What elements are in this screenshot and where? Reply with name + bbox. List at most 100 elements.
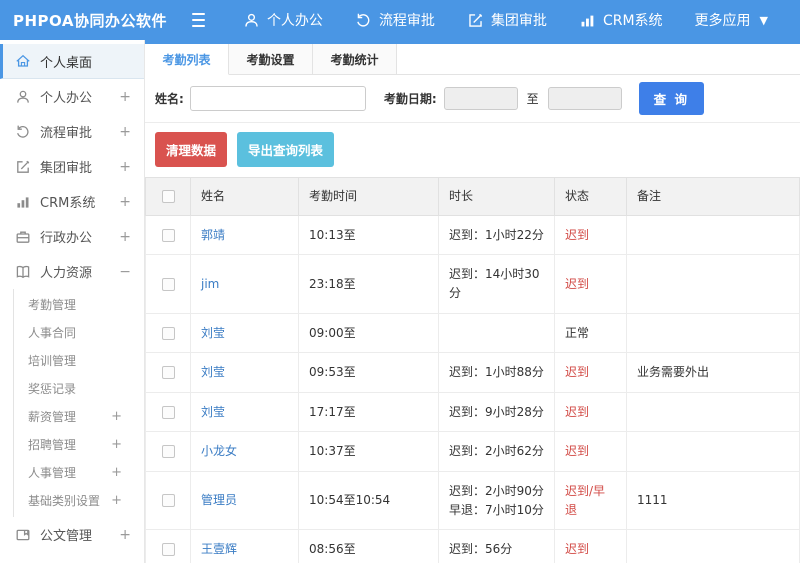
doc-icon — [15, 527, 31, 543]
expand-toggle-icon[interactable]: + — [119, 89, 131, 105]
chart-icon — [15, 194, 31, 210]
row-checkbox[interactable] — [161, 445, 175, 459]
top-bar: PHPOA协同办公软件 个人办公 流程审批 集团审批 CRM系统 更多应用 ▼ — [0, 0, 800, 40]
sidebar-subitem[interactable]: 人事合同 — [14, 318, 144, 346]
status-cell: 迟到 — [554, 254, 627, 314]
expand-toggle-icon[interactable]: + — [119, 229, 131, 245]
sidebar-subitem[interactable]: 奖惩记录 — [14, 374, 144, 402]
attendance-time-cell: 10:13至 — [298, 214, 439, 256]
row-checkbox[interactable] — [161, 405, 175, 419]
main-content: 考勤列表 考勤设置 考勤统计 姓名: 考勤日期: 至 查 询 清理数据 导出查询… — [145, 40, 800, 563]
sidebar-item[interactable]: 集团审批 + — [0, 149, 144, 184]
duration-cell: 迟到：14小时30分 — [438, 254, 555, 314]
filter-bar: 姓名: 考勤日期: 至 查 询 — [145, 75, 800, 123]
sidebar-item[interactable]: 用车管理 + — [0, 552, 144, 563]
duration-cell: 迟到：56分 — [438, 529, 555, 563]
export-list-button[interactable]: 导出查询列表 — [237, 132, 335, 167]
name-filter-input[interactable] — [189, 86, 366, 111]
sidebar-item[interactable]: 公文管理 + — [0, 517, 144, 552]
column-header: 考勤时间 — [298, 177, 439, 216]
chart-icon — [579, 12, 596, 29]
sidebar-subitem[interactable]: 人事管理 + — [14, 458, 144, 486]
topnav-item[interactable]: CRM系统 — [579, 10, 663, 30]
expand-toggle-icon[interactable]: + — [111, 409, 122, 424]
app-logo: PHPOA协同办公软件 — [13, 11, 167, 30]
table-body: 郭靖 10:13至 迟到：1小时22分 迟到 jim 23:18至 迟到：14小… — [145, 214, 800, 563]
employee-name-link[interactable]: 郭靖 — [201, 228, 225, 242]
sidebar-item[interactable]: 个人办公 + — [0, 79, 144, 114]
row-checkbox[interactable] — [161, 277, 175, 291]
employee-name-link[interactable]: 刘莹 — [201, 405, 225, 419]
tab[interactable]: 考勤统计 — [313, 44, 397, 74]
row-checkbox[interactable] — [161, 326, 175, 340]
sidebar-subitem[interactable]: 招聘管理 + — [14, 430, 144, 458]
sidebar-subitem[interactable]: 薪资管理 + — [14, 402, 144, 430]
tab[interactable]: 考勤设置 — [229, 44, 313, 74]
search-button[interactable]: 查 询 — [638, 82, 704, 115]
select-all-checkbox[interactable] — [161, 190, 175, 203]
note-cell — [626, 529, 800, 563]
row-checkbox-cell — [145, 391, 191, 433]
expand-toggle-icon[interactable]: + — [111, 437, 122, 452]
sidebar-item[interactable]: 人力资源 − — [0, 254, 144, 289]
briefcase-icon — [15, 229, 31, 245]
date-to-input[interactable] — [547, 87, 622, 110]
clean-data-button[interactable]: 清理数据 — [155, 132, 228, 167]
status-cell: 迟到/早退 — [554, 470, 627, 531]
attendance-time-cell: 17:17至 — [298, 391, 439, 433]
table-row: 郭靖 10:13至 迟到：1小时22分 迟到 — [145, 214, 800, 256]
status-cell: 迟到 — [554, 431, 627, 472]
sidebar-subitem[interactable]: 考勤管理 — [14, 290, 144, 318]
sidebar-item[interactable]: CRM系统 + — [0, 184, 144, 219]
home-icon — [15, 53, 31, 69]
tab[interactable]: 考勤列表 — [145, 44, 229, 75]
row-checkbox-cell — [145, 352, 191, 393]
status-cell: 迟到 — [554, 352, 627, 393]
hamburger-menu-icon[interactable] — [192, 9, 205, 31]
row-checkbox[interactable] — [161, 543, 175, 557]
duration-cell — [438, 312, 555, 354]
employee-name-link[interactable]: 王壹辉 — [201, 542, 237, 556]
date-filter-label: 考勤日期: — [383, 92, 437, 106]
status-cell: 迟到 — [554, 214, 627, 256]
duration-cell: 迟到：2小时90分 早退：7小时10分 — [438, 470, 555, 531]
expand-toggle-icon[interactable]: + — [119, 194, 131, 210]
employee-name-link[interactable]: 刘莹 — [201, 326, 225, 340]
attendance-time-cell: 08:56至 — [298, 529, 439, 563]
row-checkbox-cell — [145, 254, 191, 314]
duration-cell: 迟到：1小时88分 — [438, 352, 555, 393]
row-checkbox-cell — [145, 470, 191, 531]
table-row: 刘莹 09:00至 正常 — [145, 312, 800, 354]
table-header-row: 姓名 考勤时间 时长 状态 备注 — [145, 177, 800, 216]
row-checkbox-cell — [145, 431, 191, 472]
expand-toggle-icon[interactable]: + — [119, 159, 131, 175]
row-checkbox[interactable] — [161, 494, 175, 508]
select-all-cell — [145, 177, 191, 216]
date-from-input[interactable] — [443, 87, 518, 110]
employee-name-link[interactable]: jim — [201, 277, 219, 291]
topnav-item[interactable]: 流程审批 — [355, 10, 435, 30]
topnav-item[interactable]: 个人办公 — [243, 10, 323, 30]
sidebar-subitem[interactable]: 培训管理 — [14, 346, 144, 374]
sidebar-item[interactable]: 行政办公 + — [0, 219, 144, 254]
duration-cell: 迟到：1小时22分 — [438, 214, 555, 256]
topnav-item[interactable]: 集团审批 — [467, 10, 547, 30]
employee-name-link[interactable]: 小龙女 — [201, 444, 237, 458]
expand-toggle-icon[interactable]: + — [111, 465, 122, 480]
sidebar-item[interactable]: 流程审批 + — [0, 114, 144, 149]
employee-name-link[interactable]: 刘莹 — [201, 365, 225, 379]
employee-name-link[interactable]: 管理员 — [201, 493, 237, 507]
expand-toggle-icon[interactable]: + — [119, 527, 131, 543]
table-row: 小龙女 10:37至 迟到：2小时62分 迟到 — [145, 431, 800, 472]
topnav-item[interactable]: 更多应用 ▼ — [695, 10, 768, 30]
status-cell: 迟到 — [554, 529, 627, 563]
sidebar-item[interactable]: 个人桌面 — [0, 44, 144, 79]
chevron-down-icon: ▼ — [759, 13, 768, 27]
sidebar-subitem[interactable]: 基础类别设置 + — [14, 486, 144, 514]
expand-toggle-icon[interactable]: − — [119, 264, 131, 280]
row-checkbox[interactable] — [161, 366, 175, 380]
expand-toggle-icon[interactable]: + — [111, 493, 122, 508]
row-checkbox[interactable] — [161, 228, 175, 242]
row-checkbox-cell — [145, 214, 191, 256]
expand-toggle-icon[interactable]: + — [119, 124, 131, 140]
